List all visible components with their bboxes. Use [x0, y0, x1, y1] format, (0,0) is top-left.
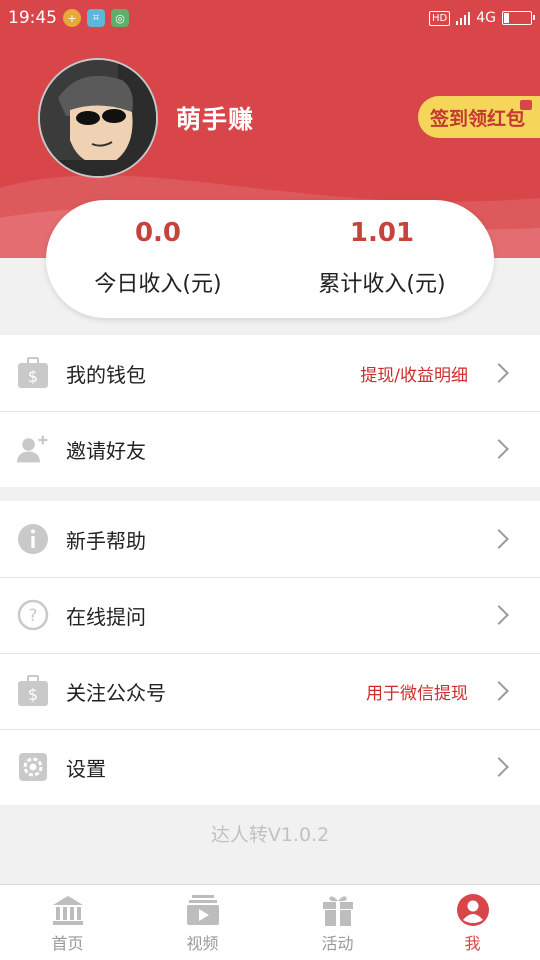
- battery-icon: [502, 11, 535, 25]
- menu-group-wallet: $ 我的钱包 提现/收益明细 邀请好友: [0, 335, 540, 487]
- username: 萌手赚: [176, 105, 255, 134]
- info-icon: [16, 522, 50, 556]
- app-notification-icon: ◎: [111, 9, 129, 27]
- home-icon: [51, 893, 85, 927]
- today-income-value: 0.0: [134, 218, 182, 248]
- menu-item-invite[interactable]: 邀请好友: [0, 411, 540, 487]
- add-user-icon: [16, 432, 50, 466]
- status-time: 19:45: [8, 8, 57, 28]
- tab-label-video: 视频: [186, 934, 219, 953]
- chevron-right-icon: [489, 605, 509, 625]
- notification-icon: +: [63, 9, 81, 27]
- wallet-icon: $: [16, 674, 50, 708]
- checkin-label: 签到领红包: [430, 107, 526, 130]
- menu-item-follow[interactable]: $ 关注公众号 用于微信提现: [0, 653, 540, 729]
- menu-item-ask[interactable]: ? 在线提问: [0, 577, 540, 653]
- gear-icon: [16, 750, 50, 784]
- income-card: 0.0 今日收入(元) 1.01 累计收入(元): [46, 200, 494, 318]
- menu-group-help: 新手帮助 ? 在线提问 $ 关注公众号 用于微信提现 设置: [0, 501, 540, 805]
- avatar[interactable]: [38, 58, 158, 178]
- wechat-withdraw-hint: 用于微信提现: [366, 683, 468, 704]
- total-income: 1.01 累计收入(元): [270, 200, 494, 318]
- total-income-value: 1.01: [349, 218, 415, 248]
- menu-item-settings[interactable]: 设置: [0, 729, 540, 805]
- gift-icon: [321, 893, 355, 927]
- tab-activity[interactable]: 活动: [270, 885, 405, 960]
- chevron-right-icon: [489, 363, 509, 383]
- withdraw-details-link[interactable]: 提现/收益明细: [360, 361, 468, 386]
- menu-item-help[interactable]: 新手帮助: [0, 501, 540, 577]
- profile-icon: [456, 893, 490, 927]
- tab-video[interactable]: 视频: [135, 885, 270, 960]
- app-version: 达人转V1.0.2: [210, 824, 330, 846]
- signal-icon: [456, 11, 471, 25]
- status-bar: 19:45 + ⌗ ◎ HD 4G: [0, 0, 540, 36]
- menu-item-wallet[interactable]: $ 我的钱包 提现/收益明细: [0, 335, 540, 411]
- tab-label-home: 首页: [51, 934, 84, 953]
- svg-text:?: ?: [28, 606, 37, 626]
- chevron-right-icon: [489, 529, 509, 549]
- chevron-right-icon: [489, 681, 509, 701]
- hd-badge: HD: [429, 10, 451, 26]
- chevron-right-icon: [489, 439, 509, 459]
- menu-label-settings: 设置: [66, 756, 106, 781]
- menu-label-ask: 在线提问: [66, 604, 146, 629]
- menu-label-wallet: 我的钱包: [66, 362, 146, 387]
- red-envelope-icon: [520, 100, 532, 110]
- tab-label-activity: 活动: [321, 934, 354, 953]
- question-icon: ?: [16, 598, 50, 632]
- checkin-button[interactable]: 签到领红包: [418, 96, 540, 138]
- svg-text:$: $: [28, 367, 38, 386]
- tab-me[interactable]: 我: [405, 885, 540, 960]
- menu-label-follow: 关注公众号: [66, 680, 166, 705]
- tab-label-me: 我: [464, 934, 481, 953]
- menu-label-invite: 邀请好友: [66, 438, 146, 463]
- svg-text:$: $: [28, 685, 38, 704]
- scan-icon: ⌗: [87, 9, 105, 27]
- tab-home[interactable]: 首页: [0, 885, 135, 960]
- total-income-label: 累计收入(元): [318, 272, 446, 297]
- today-income-label: 今日收入(元): [94, 272, 222, 297]
- video-icon: [186, 893, 220, 927]
- wallet-icon: $: [16, 356, 50, 390]
- menu-label-help: 新手帮助: [66, 528, 146, 553]
- chevron-right-icon: [489, 757, 509, 777]
- bottom-tab-bar: 首页 视频 活动 我: [0, 884, 540, 960]
- network-type: 4G: [476, 10, 496, 26]
- today-income: 0.0 今日收入(元): [46, 200, 270, 318]
